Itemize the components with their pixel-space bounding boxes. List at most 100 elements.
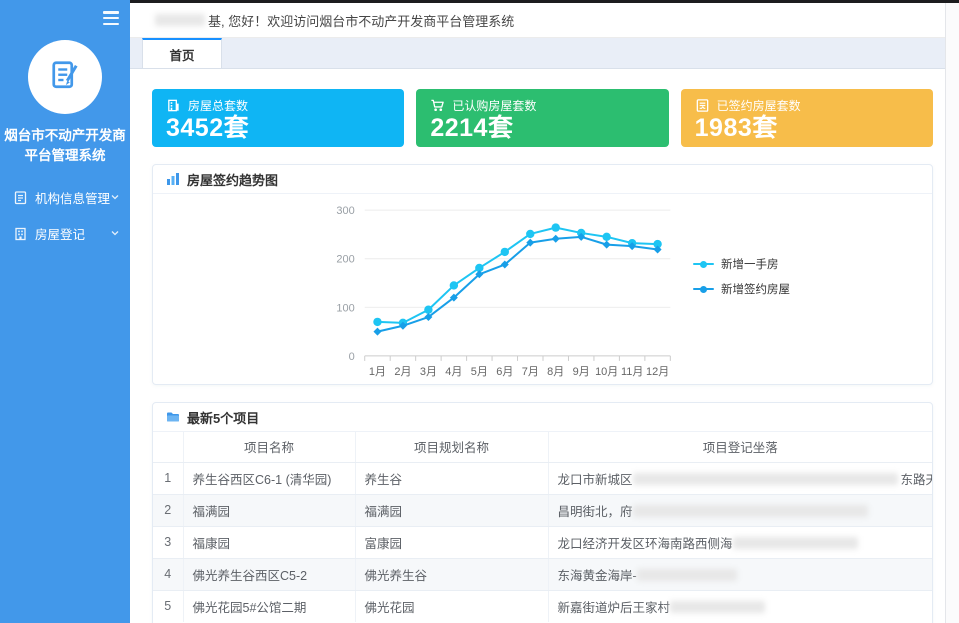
location-text: 昌明街北，府 xyxy=(557,504,633,519)
clipboard-icon xyxy=(14,190,27,204)
plan-name-cell: 佛光养生谷 xyxy=(355,558,549,591)
legend-item-signed-houses[interactable]: 新增签约房屋 xyxy=(693,281,790,297)
svg-text:6月: 6月 xyxy=(496,366,513,378)
tab-bar: 首页 xyxy=(130,38,945,69)
location-text: 龙口经济开发区环海南路西侧海 xyxy=(557,536,733,551)
sidebar-item-label: 机构信息管理 xyxy=(35,191,111,206)
legend-marker-icon xyxy=(693,260,714,268)
col-header-project-name: 项目名称 xyxy=(183,432,356,463)
svg-text:3月: 3月 xyxy=(420,366,437,378)
svg-text:100: 100 xyxy=(336,302,354,314)
svg-text:9月: 9月 xyxy=(573,366,590,378)
col-header-index xyxy=(153,432,184,463)
stat-card-total-houses: 房屋总套数 3452套 xyxy=(152,89,405,147)
row-index: 5 xyxy=(153,590,184,622)
stat-value: 1983套 xyxy=(694,114,778,142)
projects-table-wrap: 项目名称 项目规划名称 项目登记坐落 1 养生谷西区C6-1 (清华园) 养生谷 xyxy=(153,432,932,623)
table-header-row: 项目名称 项目规划名称 项目登记坐落 xyxy=(153,432,932,463)
trend-chart-header: 房屋签约趋势图 xyxy=(153,165,932,194)
svg-text:300: 300 xyxy=(336,205,354,217)
svg-text:8月: 8月 xyxy=(547,366,564,378)
trend-chart-title: 房屋签约趋势图 xyxy=(187,172,279,188)
svg-text:10月: 10月 xyxy=(595,366,618,378)
sidebar-item-org-info[interactable]: 机构信息管理 xyxy=(0,179,130,215)
location-cell: 龙口市新城区 东路天... xyxy=(548,462,932,495)
svg-text:2月: 2月 xyxy=(394,366,411,378)
tab-home[interactable]: 首页 xyxy=(142,38,222,68)
bar-chart-icon xyxy=(167,173,179,185)
svg-text:1月: 1月 xyxy=(369,366,386,378)
stat-cards-row: 房屋总套数 3452套 已认购房屋套数 2214套 已签约房屋套数 1983套 xyxy=(152,89,933,147)
svg-text:11月: 11月 xyxy=(621,366,643,378)
greeting-text: 基, 您好！欢迎访问烟台市不动产开发商平台管理系统 xyxy=(208,13,515,29)
main-area: 基, 您好！欢迎访问烟台市不动产开发商平台管理系统 首页 房屋总套数 3452套… xyxy=(130,0,959,623)
location-cell: 龙口经济开发区环海南路西侧海 xyxy=(548,526,932,559)
chart-legend: 新增一手房 新增签约房屋 xyxy=(693,256,790,297)
location-cell: 新嘉街道炉后王家村 xyxy=(548,590,932,622)
stat-label: 房屋总套数 xyxy=(188,99,249,113)
trend-chart-panel: 房屋签约趋势图 0 100 200 300 1月 2月 3月 4月 5月 6月 7月 8月 9月 10月 1… xyxy=(152,164,933,385)
hamburger-menu-icon[interactable] xyxy=(100,9,122,27)
svg-text:12月: 12月 xyxy=(646,366,669,378)
svg-text:0: 0 xyxy=(349,351,355,363)
cart-icon xyxy=(431,99,445,112)
plan-name-cell: 养生谷 xyxy=(355,462,549,495)
location-text: 东海黄金海岸- xyxy=(557,568,637,583)
stat-label: 已认购房屋套数 xyxy=(452,99,537,113)
plan-name-cell: 佛光花园 xyxy=(355,590,549,622)
sidebar-menu: 机构信息管理 房屋登记 xyxy=(0,179,130,251)
latest-projects-panel: 最新5个项目 项目名称 项目规划名称 项目登记坐落 1 养生谷西区C6-1 (清… xyxy=(152,402,933,623)
building-icon xyxy=(15,227,26,240)
sidebar: 烟台市不动产开发商平台管理系统 机构信息管理 房屋登记 xyxy=(0,0,130,623)
project-name-cell: 佛光花园5#公馆二期 xyxy=(183,590,356,622)
stat-label: 已签约房屋套数 xyxy=(716,99,801,113)
table-row: 1 养生谷西区C6-1 (清华园) 养生谷 龙口市新城区 东路天... xyxy=(153,462,932,495)
latest-projects-title: 最新5个项目 xyxy=(187,410,260,426)
location-cell: 东海黄金海岸- xyxy=(548,558,932,591)
top-greeting-bar: 基, 您好！欢迎访问烟台市不动产开发商平台管理系统 xyxy=(130,3,945,38)
table-row: 2 福满园 福满园 昌明街北，府 xyxy=(153,494,932,527)
projects-table: 项目名称 项目规划名称 项目登记坐落 1 养生谷西区C6-1 (清华园) 养生谷 xyxy=(153,432,932,622)
row-index: 1 xyxy=(153,462,184,495)
vertical-scrollbar[interactable] xyxy=(945,3,959,623)
row-index: 3 xyxy=(153,526,184,559)
dashboard-content: 房屋总套数 3452套 已认购房屋套数 2214套 已签约房屋套数 1983套 … xyxy=(130,69,945,623)
project-name-cell: 养生谷西区C6-1 (清华园) xyxy=(183,462,356,495)
legend-item-new-houses[interactable]: 新增一手房 xyxy=(693,256,790,272)
redacted-username xyxy=(155,14,205,26)
svg-text:4月: 4月 xyxy=(445,366,462,378)
redacted-address xyxy=(632,504,868,517)
legend-marker-icon xyxy=(693,285,714,293)
app-logo xyxy=(28,40,102,114)
row-index: 4 xyxy=(153,558,184,591)
project-name-cell: 福康园 xyxy=(183,526,356,559)
svg-text:200: 200 xyxy=(336,254,354,266)
col-header-location: 项目登记坐落 xyxy=(548,432,932,463)
latest-projects-header: 最新5个项目 xyxy=(153,403,932,432)
stat-card-subscribed-houses: 已认购房屋套数 2214套 xyxy=(416,89,669,147)
project-name-cell: 福满园 xyxy=(183,494,356,527)
svg-text:5月: 5月 xyxy=(471,366,488,378)
sidebar-item-house-register[interactable]: 房屋登记 xyxy=(0,215,130,251)
plan-name-cell: 福满园 xyxy=(355,494,549,527)
chevron-down-icon xyxy=(111,195,119,200)
chevron-down-icon xyxy=(111,231,119,236)
app-window: 烟台市不动产开发商平台管理系统 机构信息管理 房屋登记 基, 您好！欢迎访问烟台… xyxy=(0,0,959,623)
sidebar-item-label: 房屋登记 xyxy=(35,227,86,242)
stat-card-signed-houses: 已签约房屋套数 1983套 xyxy=(680,89,933,147)
location-cell: 昌明街北，府 xyxy=(548,494,932,527)
folder-icon xyxy=(167,412,179,422)
location-suffix: 东路天... xyxy=(900,472,932,487)
stat-value: 3452套 xyxy=(166,114,250,142)
svg-text:7月: 7月 xyxy=(522,366,539,378)
table-row: 5 佛光花园5#公馆二期 佛光花园 新嘉街道炉后王家村 xyxy=(153,590,932,622)
tab-home-label: 首页 xyxy=(169,48,195,63)
document-pencil-icon xyxy=(52,61,78,89)
trend-chart-body: 0 100 200 300 1月 2月 3月 4月 5月 6月 7月 8月 9月 10月 11月 12月 新增… xyxy=(153,194,932,384)
stat-value: 2214套 xyxy=(430,114,514,142)
table-row: 4 佛光养生谷西区C5-2 佛光养生谷 东海黄金海岸- xyxy=(153,558,932,591)
sidebar-app-title: 烟台市不动产开发商平台管理系统 xyxy=(4,128,126,163)
row-index: 2 xyxy=(153,494,184,527)
location-text: 龙口市新城区 xyxy=(557,472,633,487)
redacted-address xyxy=(636,568,737,581)
